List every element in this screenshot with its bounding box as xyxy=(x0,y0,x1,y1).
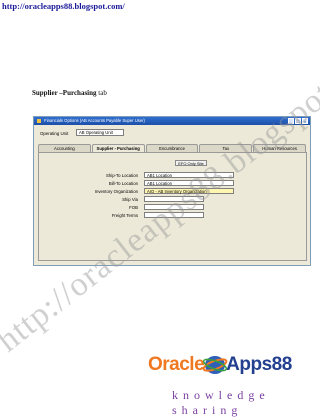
section-heading: Supplier –Purchasing tab xyxy=(32,89,107,97)
ship-via-label: Ship Via xyxy=(122,197,138,202)
fob-label: FOB xyxy=(129,205,138,210)
tab-accounting[interactable]: Accounting xyxy=(38,144,91,152)
window-title: Financials Options (AB Accounts Payable … xyxy=(44,118,145,123)
section-heading-rest: tab xyxy=(98,89,107,97)
minimize-icon[interactable]: _ xyxy=(288,118,294,124)
efo-only-site-header: EFO Only Site xyxy=(175,160,207,166)
oracleapps88-logo: Oracle Apps88 knowledge sharing xyxy=(148,354,318,417)
inventory-organization-label: Inventory Organization xyxy=(94,189,138,194)
fob-field[interactable] xyxy=(144,204,204,210)
window-title-bar[interactable]: Financials Options (AB Accounts Payable … xyxy=(34,117,310,125)
freight-terms-field[interactable] xyxy=(144,212,204,218)
ship-to-location-field[interactable]: AB1 Location xyxy=(144,172,234,178)
freight-terms-label: Freight Terms xyxy=(111,213,138,218)
blog-url-link[interactable]: http://oracleapps88.blogspot.com/ xyxy=(2,1,125,11)
window-controls: _ □ × xyxy=(288,118,308,124)
maximize-icon[interactable]: □ xyxy=(295,118,301,124)
financials-options-window: Financials Options (AB Accounts Payable … xyxy=(33,116,311,266)
logo-apps-text: Apps88 xyxy=(226,354,292,375)
tab-supplier-purchasing[interactable]: Supplier - Purchasing xyxy=(91,144,145,152)
tab-tax[interactable]: Tax xyxy=(199,144,253,152)
section-heading-bold: Supplier –Purchasing xyxy=(32,89,97,97)
tab-bar: Accounting Supplier - Purchasing Encumbr… xyxy=(38,144,307,152)
operating-unit-field[interactable]: AB Operating Unit xyxy=(76,129,124,136)
logo-oracle-text: Oracle xyxy=(148,354,205,375)
app-window-icon xyxy=(37,118,41,123)
tab-human-resources[interactable]: Human Resources xyxy=(253,144,306,152)
close-icon[interactable]: × xyxy=(302,118,308,124)
tab-encumbrance[interactable]: Encumbrance xyxy=(145,144,199,152)
globe-icon xyxy=(202,356,228,374)
inventory-organization-field[interactable]: AIO - AB Inventory Organization xyxy=(144,188,234,194)
bill-to-location-label: Bill-To Location xyxy=(108,181,138,186)
operating-unit-label: Operating Unit xyxy=(40,131,69,136)
ship-via-field[interactable] xyxy=(144,196,204,202)
bill-to-location-field[interactable]: AB1 Location xyxy=(144,180,234,186)
ship-to-location-label: Ship-To Location xyxy=(105,173,138,178)
